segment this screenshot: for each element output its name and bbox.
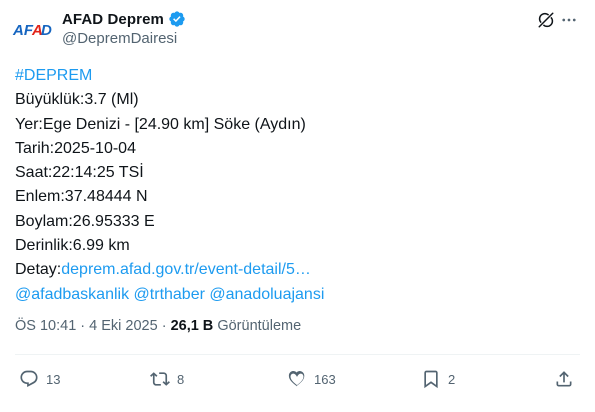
mentions-line: @afadbaskanlik @trthaber @anadoluajansi — [15, 283, 580, 307]
heart-icon — [288, 371, 305, 387]
author-name-row: AFAD Deprem — [62, 10, 186, 28]
location-line: Yer:Ege Denizi - [24.90 km] Söke (Aydın) — [15, 115, 306, 133]
bookmark-icon — [424, 370, 438, 389]
post: AF A D AFAD Deprem @DepremDairesi #DEPRE… — [0, 0, 595, 412]
detail-line: Detay:deprem.afad.gov.tr/event-detail/5… — [15, 258, 580, 282]
detail-link[interactable]: deprem.afad.gov.tr/event-detail/5… — [61, 261, 311, 278]
post-text: #DEPREM Büyüklük:3.7 (Ml) Yer:Ege Denizi… — [15, 64, 580, 307]
verified-badge-icon[interactable] — [168, 10, 186, 28]
reply-count: 13 — [46, 371, 61, 387]
magnitude-line: Büyüklük:3.7 (Ml) — [15, 91, 139, 109]
divider — [15, 354, 580, 355]
views-count: 26,1 B — [170, 318, 214, 334]
hashtag-link[interactable]: #DEPREM — [15, 67, 92, 84]
more-icon — [562, 18, 576, 22]
reply-icon — [20, 370, 38, 387]
views-label: Görüntüleme — [217, 318, 302, 334]
repost-button[interactable]: 8 — [150, 368, 184, 390]
grok-button[interactable] — [535, 9, 557, 31]
bookmark-button[interactable]: 2 — [421, 368, 455, 390]
share-button[interactable] — [554, 368, 574, 390]
time-line: Saat:22:14:25 TSİ — [15, 164, 144, 182]
bookmark-count: 2 — [448, 371, 456, 387]
afad-logo-icon: AF A D — [12, 22, 52, 39]
repost-icon — [150, 372, 170, 386]
longitude-line: Boylam:26.95333 E — [15, 212, 155, 230]
author-handle[interactable]: @DepremDairesi — [62, 30, 177, 47]
mention-anadoluajansi[interactable]: @anadoluajansi — [209, 286, 324, 303]
reply-button[interactable]: 13 — [19, 368, 60, 390]
post-meta: ÖS 10:41 · 4 Eki 2025 · 26,1 B Görüntüle… — [15, 318, 301, 334]
author-display-name[interactable]: AFAD Deprem — [62, 11, 164, 28]
share-icon — [556, 371, 572, 387]
grok-icon — [538, 12, 554, 28]
like-count: 163 — [314, 371, 336, 387]
more-button[interactable] — [558, 9, 580, 31]
detail-label: Detay: — [15, 261, 62, 279]
date-line: Tarih:2025-10-04 — [15, 139, 136, 157]
svg-text:AF: AF — [12, 22, 34, 39]
author-avatar[interactable]: AF A D — [11, 8, 53, 50]
latitude-line: Enlem:37.48444 N — [15, 188, 148, 206]
post-timestamp[interactable]: ÖS 10:41 · 4 Eki 2025 · — [15, 318, 167, 334]
svg-text:D: D — [41, 22, 52, 39]
repost-count: 8 — [177, 371, 185, 387]
mention-afadbaskanlik[interactable]: @afadbaskanlik — [15, 286, 129, 303]
mention-trthaber[interactable]: @trthaber — [134, 286, 205, 303]
like-button[interactable]: 163 — [287, 368, 336, 390]
depth-line: Derinlik:6.99 km — [15, 237, 130, 255]
